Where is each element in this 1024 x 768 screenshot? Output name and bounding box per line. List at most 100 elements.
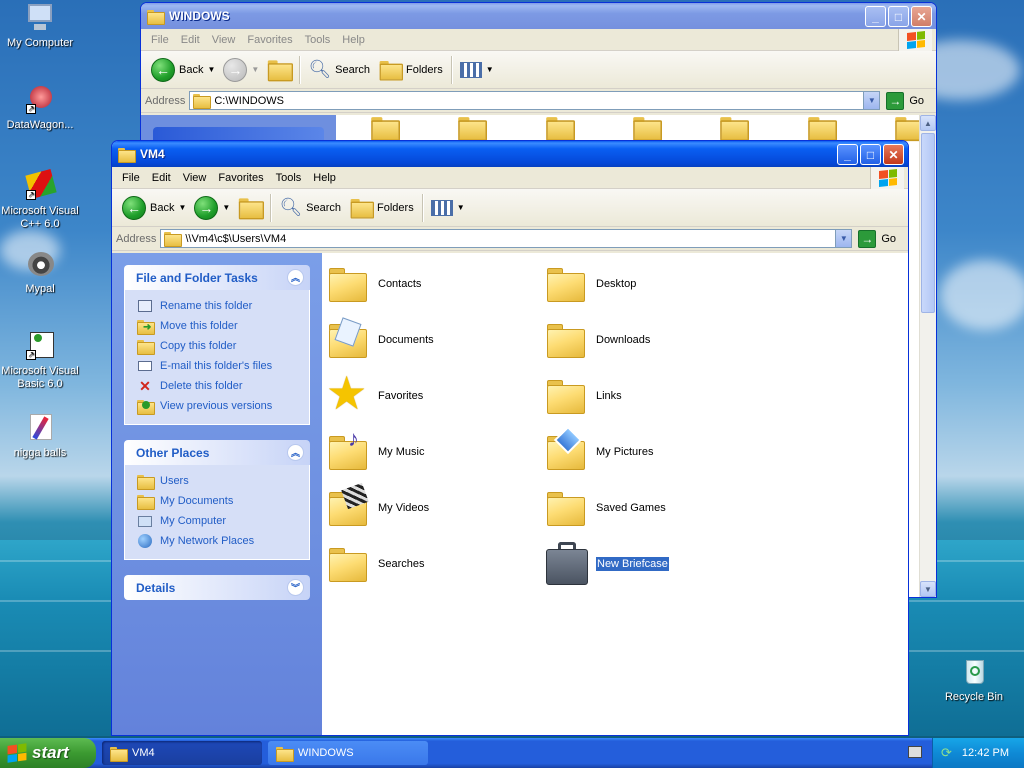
- address-bar: Address \\Vm4\c$\Users\VM4 ▼ → Go: [112, 227, 908, 251]
- folders-label: Folders: [406, 63, 443, 76]
- taskbar-item-windows[interactable]: WINDOWS: [268, 741, 428, 765]
- menu-favorites[interactable]: Favorites: [212, 172, 269, 184]
- menu-view[interactable]: View: [177, 172, 213, 184]
- task-delete-folder[interactable]: ✕ Delete this folder: [137, 376, 299, 396]
- window-titlebar[interactable]: VM4 _ □ ✕: [112, 141, 908, 167]
- taskbar-item-label: WINDOWS: [298, 747, 354, 759]
- forward-button[interactable]: → ▼: [219, 55, 263, 85]
- desktop-icon-nigga-balls[interactable]: nigga balls: [0, 412, 80, 460]
- file-name: Links: [596, 390, 622, 402]
- task-previous-versions[interactable]: View previous versions: [137, 396, 299, 416]
- close-button[interactable]: ✕: [883, 144, 904, 165]
- file-item-my-pictures[interactable]: My Pictures: [544, 425, 653, 476]
- menu-file[interactable]: File: [145, 34, 175, 46]
- desktop-icon-my-computer[interactable]: My Computer: [0, 2, 80, 50]
- window-titlebar[interactable]: WINDOWS _ □ ✕: [141, 3, 936, 29]
- desktop-icon-visual-basic[interactable]: ↗ Microsoft Visual Basic 6.0: [0, 330, 80, 391]
- copy-icon: [137, 338, 155, 355]
- chevron-down-icon[interactable]: ▼: [222, 203, 230, 212]
- task-email-files[interactable]: E-mail this folder's files: [137, 356, 299, 376]
- up-button[interactable]: [263, 55, 295, 85]
- file-item-documents[interactable]: Documents: [326, 316, 434, 364]
- search-button[interactable]: 🔍︎ Search: [275, 193, 345, 223]
- file-name: My Music: [378, 446, 425, 458]
- scrollbar[interactable]: ▲ ▼: [919, 115, 936, 597]
- collapse-chevron-icon[interactable]: ︽: [287, 269, 304, 286]
- views-button[interactable]: ▼: [427, 193, 469, 223]
- panel-header[interactable]: File and Folder Tasks ︽: [124, 265, 310, 290]
- desktop-icon-datawagon[interactable]: ↗ DataWagon...: [0, 84, 80, 132]
- back-button[interactable]: ← Back ▼: [147, 55, 219, 85]
- file-item-my-videos[interactable]: My Videos: [326, 482, 429, 532]
- file-name: Contacts: [378, 278, 422, 290]
- chevron-down-icon[interactable]: ▼: [207, 65, 215, 74]
- chevron-down-icon[interactable]: ▼: [863, 92, 880, 109]
- file-item-links[interactable]: Links: [544, 372, 622, 420]
- file-item-favorites[interactable]: ★ Favorites: [326, 367, 423, 420]
- chevron-down-icon[interactable]: ▼: [178, 203, 186, 212]
- up-button[interactable]: [234, 193, 266, 223]
- network-tray-icon[interactable]: ⟳: [941, 745, 952, 761]
- chevron-down-icon: ▼: [485, 65, 494, 74]
- expand-chevron-icon[interactable]: ︾: [287, 579, 304, 596]
- address-input[interactable]: C:\WINDOWS ▼: [189, 91, 881, 110]
- folders-button[interactable]: Folders: [374, 55, 447, 85]
- menu-help[interactable]: Help: [307, 172, 342, 184]
- menu-favorites[interactable]: Favorites: [241, 34, 298, 46]
- menu-edit[interactable]: Edit: [146, 172, 177, 184]
- address-input[interactable]: \\Vm4\c$\Users\VM4 ▼: [160, 229, 853, 248]
- collapse-chevron-icon[interactable]: ︽: [287, 444, 304, 461]
- task-rename-folder[interactable]: Rename this folder: [137, 296, 299, 316]
- panel-header[interactable]: Details ︾: [124, 575, 310, 600]
- scroll-down-icon[interactable]: ▼: [920, 581, 936, 597]
- menu-tools[interactable]: Tools: [299, 34, 337, 46]
- chevron-down-icon[interactable]: ▼: [251, 65, 259, 74]
- place-my-documents[interactable]: My Documents: [137, 491, 299, 511]
- desktop-icon-visual-cpp[interactable]: ↗ Microsoft Visual C++ 6.0: [0, 169, 80, 231]
- task-copy-folder[interactable]: Copy this folder: [137, 336, 299, 356]
- desktop-icon-mypal[interactable]: Mypal: [0, 248, 80, 296]
- folder-icon: [147, 9, 165, 25]
- place-my-network[interactable]: My Network Places: [137, 531, 299, 551]
- file-item-searches[interactable]: Searches: [326, 540, 424, 588]
- file-item-desktop[interactable]: Desktop: [544, 260, 636, 308]
- menu-edit[interactable]: Edit: [175, 34, 206, 46]
- chevron-down-icon[interactable]: ▼: [835, 230, 852, 247]
- panel-header[interactable]: Other Places ︽: [124, 440, 310, 465]
- panel-title: Details: [136, 580, 176, 595]
- taskbar-item-vm4[interactable]: VM4: [102, 741, 262, 765]
- maximize-button[interactable]: □: [860, 144, 881, 165]
- clock[interactable]: 12:42 PM: [962, 747, 1009, 759]
- go-button[interactable]: → Go: [858, 229, 896, 248]
- scroll-thumb[interactable]: [921, 133, 935, 313]
- views-button[interactable]: ▼: [456, 55, 498, 85]
- scroll-up-icon[interactable]: ▲: [920, 115, 936, 131]
- file-item-saved-games[interactable]: Saved Games: [544, 484, 666, 532]
- star-icon: ★: [326, 367, 368, 419]
- place-users[interactable]: Users: [137, 471, 299, 491]
- vm4-explorer-window[interactable]: VM4 _ □ ✕ File Edit View Favorites Tools…: [111, 140, 909, 736]
- search-button[interactable]: 🔍︎ Search: [304, 55, 374, 85]
- desktop-icon-recycle-bin[interactable]: Recycle Bin: [934, 656, 1014, 704]
- back-button[interactable]: ← Back ▼: [118, 193, 190, 223]
- minimize-button[interactable]: _: [837, 144, 858, 165]
- menu-tools[interactable]: Tools: [270, 172, 308, 184]
- menu-file[interactable]: File: [116, 172, 146, 184]
- keyboard-icon[interactable]: [908, 746, 922, 758]
- place-my-computer[interactable]: My Computer: [137, 511, 299, 531]
- folders-button[interactable]: Folders: [345, 193, 418, 223]
- forward-button[interactable]: → ▼: [190, 193, 234, 223]
- go-button[interactable]: → Go: [886, 91, 924, 110]
- start-button[interactable]: start: [0, 738, 96, 768]
- maximize-button[interactable]: □: [888, 6, 909, 27]
- task-move-folder[interactable]: ➜ Move this folder: [137, 316, 299, 336]
- close-button[interactable]: ✕: [911, 6, 932, 27]
- standard-toolbar: ← Back ▼ → ▼ 🔍︎ Search Folders ▼: [141, 51, 936, 89]
- file-item-new-briefcase[interactable]: New Briefcase: [544, 540, 670, 588]
- minimize-button[interactable]: _: [865, 6, 886, 27]
- file-item-my-music[interactable]: ♪ My Music: [326, 426, 425, 476]
- file-item-contacts[interactable]: Contacts: [326, 260, 421, 308]
- menu-help[interactable]: Help: [336, 34, 371, 46]
- menu-view[interactable]: View: [206, 34, 242, 46]
- file-item-downloads[interactable]: Downloads: [544, 316, 650, 364]
